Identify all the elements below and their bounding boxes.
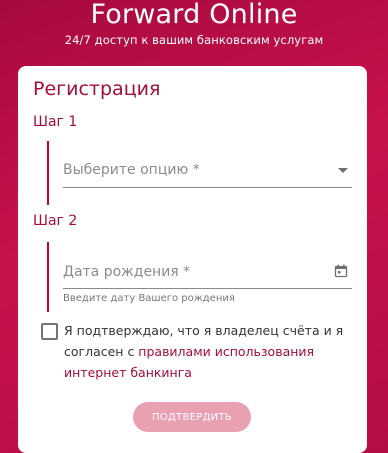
app-title: Forward Online bbox=[90, 0, 298, 30]
submit-button[interactable]: ПОДТВЕРДИТЬ bbox=[133, 402, 251, 432]
birthdate-input[interactable]: Дата рождения * bbox=[63, 258, 352, 289]
step-1-label: Шаг 1 bbox=[33, 114, 78, 130]
app-header: Forward Online 24/7 доступ к вашим банко… bbox=[0, 0, 388, 47]
step-2-label: Шаг 2 bbox=[33, 213, 78, 229]
consent-text: Я подтверждаю, что я владелец счёта и я … bbox=[64, 320, 354, 383]
registration-card: Регистрация Шаг 1 Выберите опцию * Шаг 2… bbox=[18, 66, 367, 453]
step-1-line bbox=[47, 141, 49, 205]
form-title: Регистрация bbox=[33, 78, 161, 100]
app-subtitle: 24/7 доступ к вашим банковским услугам bbox=[64, 33, 324, 47]
option-select-placeholder: Выберите опцию * bbox=[63, 162, 200, 178]
step-2-line bbox=[47, 242, 49, 312]
chevron-down-icon[interactable] bbox=[338, 168, 348, 173]
option-select[interactable]: Выберите опцию * bbox=[63, 156, 352, 188]
consent-checkbox[interactable] bbox=[41, 323, 58, 340]
birthdate-placeholder: Дата рождения * bbox=[63, 264, 191, 280]
birthdate-hint: Введите дату Вашего рождения bbox=[63, 293, 235, 304]
calendar-icon[interactable] bbox=[334, 264, 348, 278]
